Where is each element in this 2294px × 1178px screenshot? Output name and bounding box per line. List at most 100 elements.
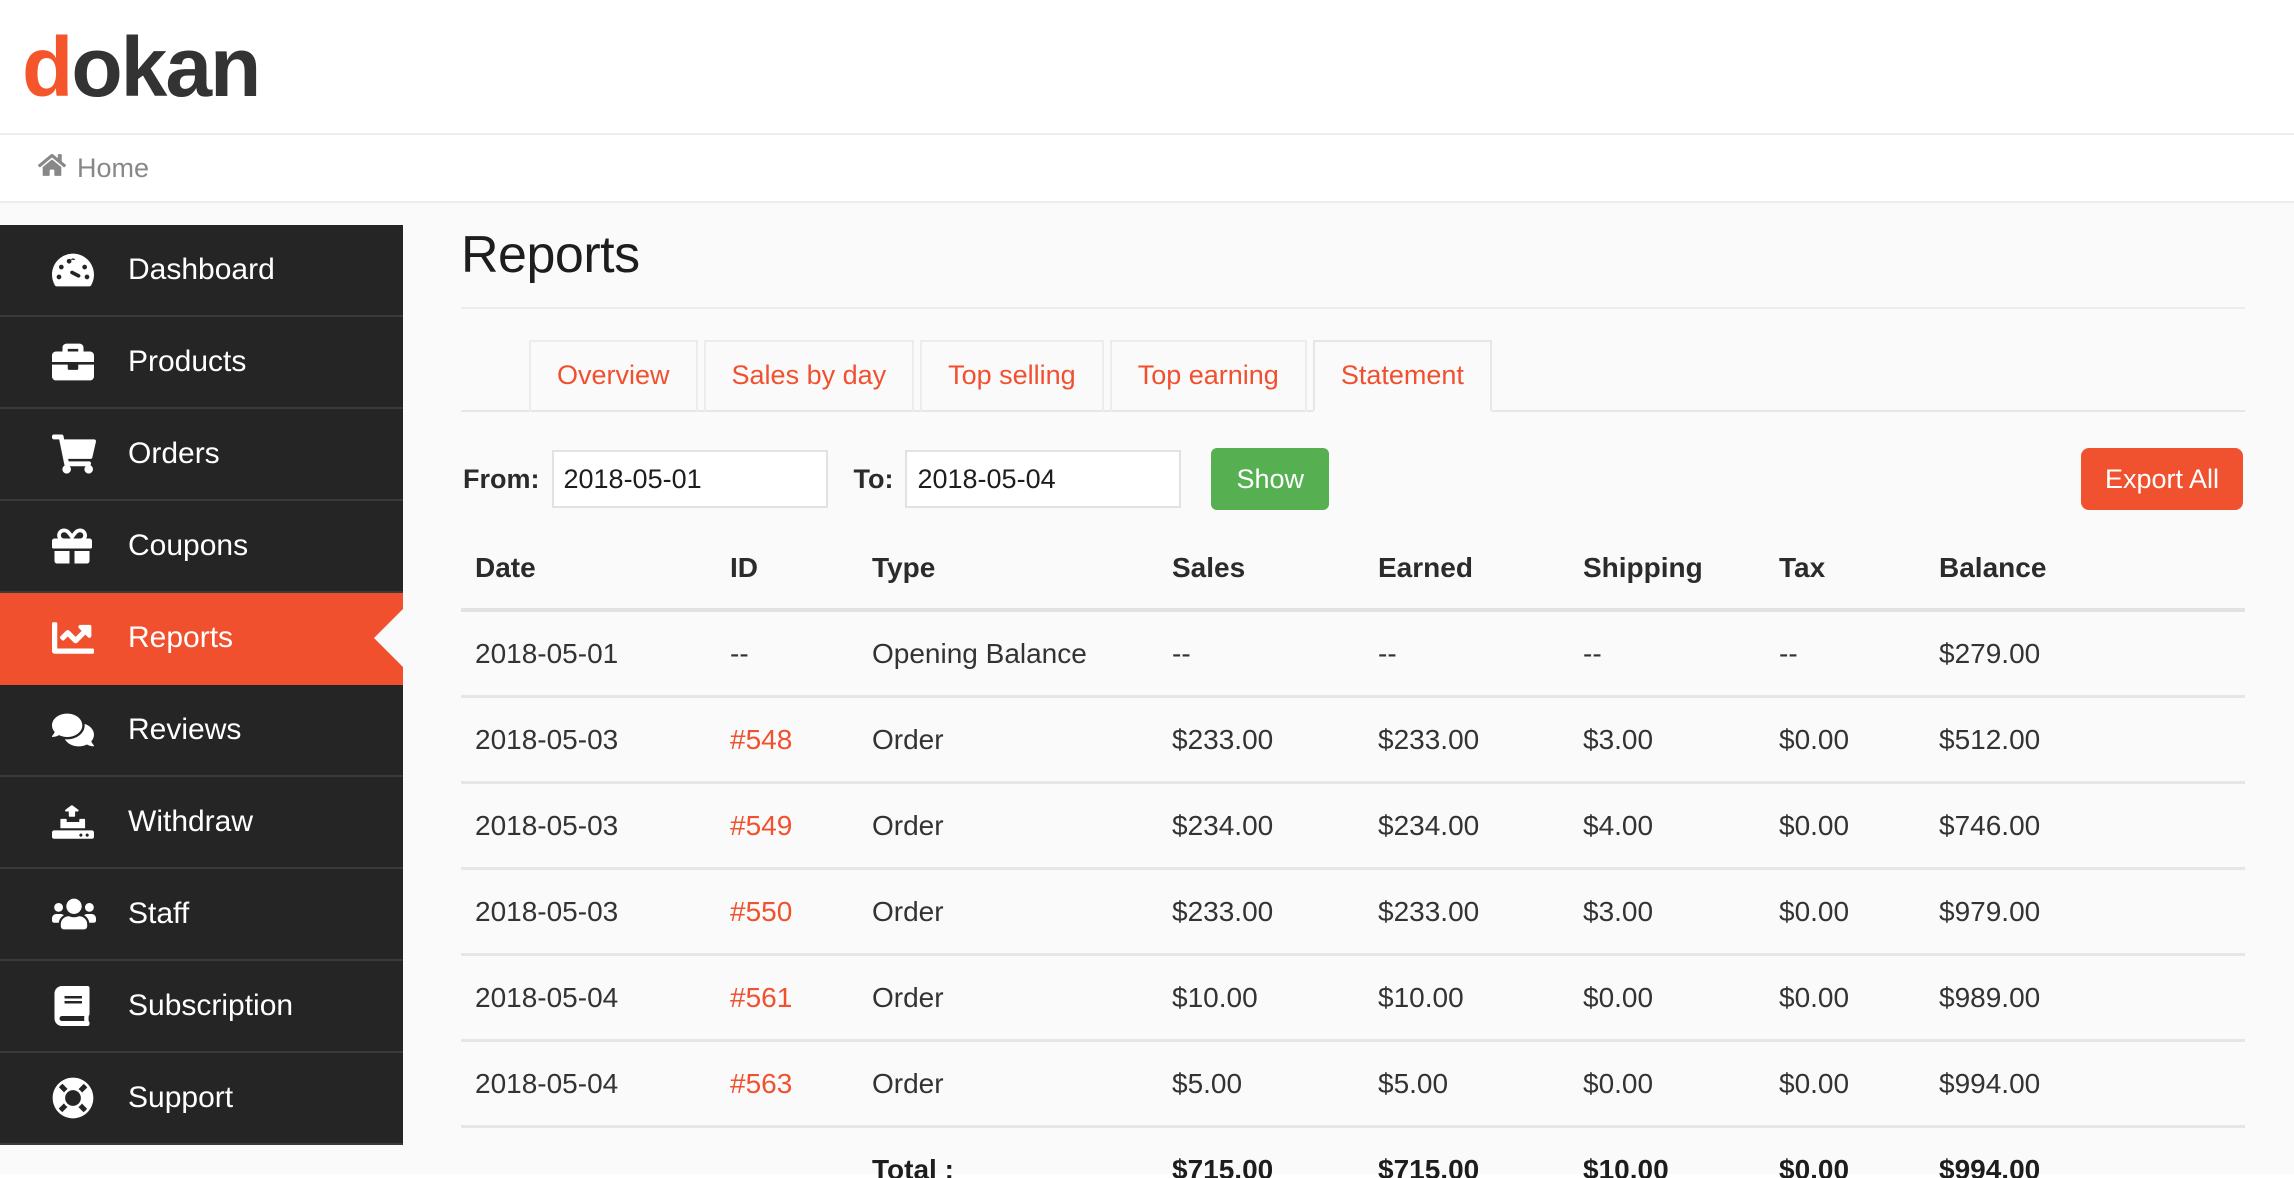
column-header-type: Type — [858, 552, 1158, 612]
breadcrumb-home-label: Home — [77, 152, 150, 183]
tab-statement[interactable]: Statement — [1312, 340, 1492, 412]
logo-letter-d: d — [22, 19, 73, 114]
table-body: 2018-05-01 -- Opening Balance -- -- -- -- $279.… — [461, 610, 2245, 1178]
line-chart-icon — [52, 617, 98, 659]
table-header: Date ID Type Sales Earned Shipping Tax Balance — [461, 552, 2245, 612]
sidebar-item-support[interactable]: Support — [0, 1053, 403, 1145]
table-row: 2018-05-03 #549 Order $234.00 $234.00 $4.00 $0… — [461, 782, 2245, 870]
tab-top-earning[interactable]: Top earning — [1109, 340, 1307, 412]
cell-tax: $0.00 — [1765, 1040, 1925, 1128]
sidebar-item-label: Withdraw — [128, 805, 254, 838]
from-date-input[interactable] — [551, 450, 828, 508]
cell-earned: $233.00 — [1364, 868, 1569, 956]
sidebar-item-orders[interactable]: Orders — [0, 409, 403, 501]
cell-id: #563 — [716, 1040, 858, 1128]
cell-sales: $10.00 — [1158, 954, 1364, 1042]
cell-type: Order — [858, 782, 1158, 870]
logo-text-rest: okan — [71, 19, 261, 114]
total-cell-shipping: $10.00 — [1583, 1154, 1669, 1178]
sidebar-nav: Dashboard Products Orders Coupons Reports Rev… — [0, 225, 403, 1145]
book-icon — [52, 986, 98, 1026]
cell-date: 2018-05-03 — [461, 696, 716, 784]
cell-id: #550 — [716, 868, 858, 956]
cell-balance: $989.00 — [1925, 954, 2245, 1042]
column-header-date: Date — [461, 552, 716, 612]
cell-id: -- — [716, 610, 858, 698]
report-tabs: Overview Sales by day Top selling Top earni… — [461, 340, 2245, 412]
cell-shipping: $0.00 — [1569, 1040, 1765, 1128]
total-cell-balance: $994.00 — [1939, 1154, 2041, 1178]
sidebar-item-withdraw[interactable]: Withdraw — [0, 777, 403, 869]
life-ring-icon — [52, 1077, 98, 1119]
total-cell-date — [461, 1127, 716, 1178]
sidebar-item-reviews[interactable]: Reviews — [0, 685, 403, 777]
cell-date: 2018-05-01 — [461, 610, 716, 698]
sidebar-item-label: Dashboard — [128, 253, 275, 286]
sidebar-item-label: Products — [128, 345, 247, 378]
order-id-link[interactable]: #561 — [730, 982, 792, 1013]
cell-sales: $233.00 — [1158, 696, 1364, 784]
to-date-input[interactable] — [905, 450, 1182, 508]
column-header-balance: Balance — [1925, 552, 2245, 612]
cell-earned: -- — [1364, 610, 1569, 698]
sidebar-item-subscription[interactable]: Subscription — [0, 961, 403, 1053]
order-id-link[interactable]: #549 — [730, 810, 792, 841]
show-button[interactable]: Show — [1211, 448, 1330, 510]
cell-sales: -- — [1158, 610, 1364, 698]
table-row: 2018-05-04 #561 Order $10.00 $10.00 $0.00 $0.0… — [461, 954, 2245, 1042]
tab-top-selling[interactable]: Top selling — [920, 340, 1104, 412]
sidebar-item-dashboard[interactable]: Dashboard — [0, 225, 403, 317]
sidebar-item-label: Reports — [128, 621, 234, 654]
sidebar-item-staff[interactable]: Staff — [0, 869, 403, 961]
tab-sales-by-day[interactable]: Sales by day — [703, 340, 915, 412]
tab-overview[interactable]: Overview — [529, 340, 698, 412]
upload-icon — [52, 801, 98, 843]
sidebar-item-label: Coupons — [128, 529, 249, 562]
total-cell-id — [716, 1127, 858, 1178]
sidebar-item-label: Reviews — [128, 713, 242, 746]
sidebar-item-label: Subscription — [128, 989, 294, 1022]
cell-shipping: -- — [1569, 610, 1765, 698]
breadcrumb-bar: Home — [0, 133, 2294, 203]
briefcase-icon — [52, 341, 98, 383]
cell-sales: $5.00 — [1158, 1040, 1364, 1128]
cell-tax: $0.00 — [1765, 954, 1925, 1042]
table-row: 2018-05-04 #563 Order $5.00 $5.00 $0.00 $0.00 $… — [461, 1040, 2245, 1128]
table-row: 2018-05-03 #550 Order $233.00 $233.00 $3.00 $0… — [461, 868, 2245, 956]
sidebar-item-coupons[interactable]: Coupons — [0, 501, 403, 593]
cell-date: 2018-05-03 — [461, 782, 716, 870]
cell-id: #549 — [716, 782, 858, 870]
cell-balance: $746.00 — [1925, 782, 2245, 870]
dashboard-gauge-icon — [52, 249, 98, 291]
cell-shipping: $3.00 — [1569, 868, 1765, 956]
cell-tax: $0.00 — [1765, 696, 1925, 784]
cell-tax: $0.00 — [1765, 868, 1925, 956]
table-row: 2018-05-03 #548 Order $233.00 $233.00 $3.00 $0… — [461, 696, 2245, 784]
column-header-tax: Tax — [1765, 552, 1925, 612]
table-header-row: Date ID Type Sales Earned Shipping Tax Balance — [461, 552, 2245, 612]
column-header-shipping: Shipping — [1569, 552, 1765, 612]
cell-sales: $233.00 — [1158, 868, 1364, 956]
dokan-logo[interactable]: dokan — [22, 25, 261, 109]
to-label: To: — [853, 463, 894, 494]
cell-earned: $234.00 — [1364, 782, 1569, 870]
cell-sales: $234.00 — [1158, 782, 1364, 870]
order-id-link[interactable]: #550 — [730, 896, 792, 927]
cell-shipping: $3.00 — [1569, 696, 1765, 784]
cell-tax: -- — [1765, 610, 1925, 698]
breadcrumb[interactable]: Home — [37, 151, 150, 186]
sidebar-item-reports[interactable]: Reports — [0, 593, 403, 685]
export-all-button[interactable]: Export All — [2080, 448, 2243, 510]
cell-type: Order — [858, 954, 1158, 1042]
order-id-link[interactable]: #548 — [730, 724, 792, 755]
users-group-icon — [52, 892, 98, 936]
shopping-cart-icon — [52, 432, 98, 476]
table-row: 2018-05-01 -- Opening Balance -- -- -- -- $279.… — [461, 610, 2245, 698]
order-id-link[interactable]: #563 — [730, 1068, 792, 1099]
sidebar-item-products[interactable]: Products — [0, 317, 403, 409]
cell-type: Order — [858, 868, 1158, 956]
cell-balance: $994.00 — [1925, 1040, 2245, 1128]
cell-date: 2018-05-04 — [461, 954, 716, 1042]
cell-date: 2018-05-04 — [461, 1040, 716, 1128]
sidebar-item-label: Orders — [128, 437, 220, 470]
